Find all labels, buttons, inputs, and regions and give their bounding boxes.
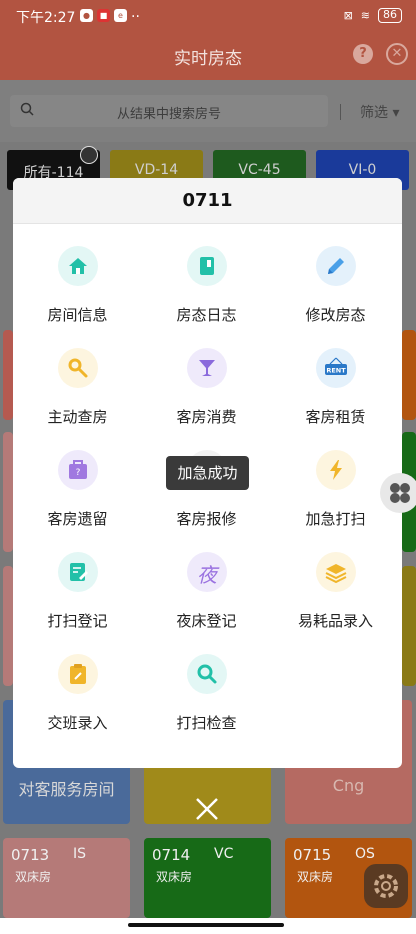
room-card[interactable]: [402, 566, 416, 686]
action-shift-handover[interactable]: 交班录入: [13, 632, 142, 732]
room-type: 双床房: [156, 870, 193, 884]
close-button[interactable]: ✕: [386, 43, 408, 65]
search-input[interactable]: 从结果中搜索房号: [10, 95, 328, 127]
category-label: VI-0: [348, 162, 377, 178]
close-icon[interactable]: [193, 795, 221, 823]
room-status: VC: [214, 846, 234, 862]
grid-dots-icon: [390, 483, 410, 503]
room-card[interactable]: [3, 330, 13, 420]
action-label: 易耗品录入: [297, 612, 373, 630]
home-icon: [58, 246, 98, 286]
room-card[interactable]: [402, 330, 416, 420]
rent-sign-icon: RENT: [316, 348, 356, 388]
toast-message: 加急成功: [166, 456, 249, 490]
action-consumables-entry[interactable]: 易耗品录入: [271, 530, 400, 630]
stack-icon: [316, 552, 356, 592]
action-label: 修改房态: [305, 306, 366, 324]
lost-bag-icon: ?: [58, 450, 98, 490]
action-label: 夜床登记: [176, 612, 237, 630]
action-edit-status[interactable]: 修改房态: [271, 224, 400, 324]
action-inspect-room[interactable]: 主动查房: [13, 326, 142, 426]
divider: [340, 104, 341, 120]
cocktail-icon: [187, 348, 227, 388]
room-card-0713[interactable]: 0713 IS 双床房: [3, 838, 130, 918]
action-label: 房间信息: [47, 306, 108, 324]
room-status: OS: [355, 846, 375, 862]
room-number: 0713: [11, 846, 50, 864]
action-room-info[interactable]: 房间信息: [13, 224, 142, 324]
check-icon: [80, 146, 98, 164]
app-notification-icon: ■: [97, 9, 110, 22]
system-nav-bar: [0, 918, 416, 934]
action-room-rental[interactable]: RENT 客房租赁: [271, 326, 400, 426]
room-card-label: Cng: [332, 776, 365, 795]
search-placeholder: 从结果中搜索房号: [116, 107, 221, 122]
app-notification-icon: ●: [80, 9, 93, 22]
magnifier-key-icon: [58, 348, 98, 388]
room-card-0714[interactable]: 0714 VC 双床房: [144, 838, 271, 918]
notification-icons: ● ■ e ··: [80, 9, 140, 25]
pencil-icon: [316, 246, 356, 286]
log-book-icon: [187, 246, 227, 286]
rent-text: RENT: [326, 367, 346, 375]
home-indicator[interactable]: [128, 923, 284, 927]
category-label: VD-14: [134, 162, 179, 178]
night-glyph: 夜: [197, 563, 217, 587]
app-notification-icon: e: [114, 9, 127, 22]
room-type: 双床房: [15, 870, 52, 884]
action-label: 客房租赁: [305, 408, 366, 426]
lightning-icon: [316, 450, 356, 490]
filter-button[interactable]: 筛选 ▾: [360, 102, 399, 122]
room-card[interactable]: [3, 432, 13, 552]
night-icon: 夜: [187, 552, 227, 592]
status-bar: 下午2:27 ● ■ e ·· ⊠ ≋ 86: [0, 0, 416, 32]
help-button[interactable]: ?: [353, 44, 373, 64]
action-label: 打扫检查: [176, 714, 237, 732]
action-clean-inspection[interactable]: 打扫检查: [142, 632, 271, 732]
action-room-consumption[interactable]: 客房消费: [142, 326, 271, 426]
category-label: VC-45: [238, 162, 281, 178]
action-night-bed-register[interactable]: 夜 夜床登记: [142, 530, 271, 630]
clipboard-icon: [58, 654, 98, 694]
action-label: 客房消费: [176, 408, 237, 426]
room-card[interactable]: [3, 566, 13, 686]
room-number: 0714: [152, 846, 191, 864]
action-clean-register[interactable]: 打扫登记: [13, 530, 142, 630]
room-card-label: 对客服务房间: [18, 780, 115, 799]
action-label: 打扫登记: [47, 612, 108, 630]
wifi-icon: ≋: [360, 9, 370, 22]
floating-menu-button[interactable]: [380, 473, 416, 513]
search-bar: 从结果中搜索房号 筛选 ▾: [0, 80, 416, 142]
more-notifications-icon: ··: [131, 9, 140, 25]
action-label: 客房报修: [176, 510, 237, 528]
action-room-log[interactable]: 房态日志: [142, 224, 271, 324]
settings-button[interactable]: [364, 864, 408, 908]
search-check-icon: [187, 654, 227, 694]
gear-icon: [374, 874, 398, 898]
clean-register-icon: [58, 552, 98, 592]
action-label: 房态日志: [176, 306, 237, 324]
app-header: 实时房态 ? ✕: [0, 32, 416, 80]
room-status: IS: [73, 846, 87, 862]
status-time: 下午2:27: [16, 10, 76, 26]
dialog-title: 0711: [13, 178, 402, 224]
battery-icon: 86: [378, 8, 402, 23]
room-type: 双床房: [297, 870, 334, 884]
action-label: 交班录入: [47, 714, 108, 732]
action-label: 主动查房: [47, 408, 108, 426]
svg-text:?: ?: [76, 468, 81, 478]
sim-icon: ⊠: [343, 9, 353, 22]
room-number: 0715: [293, 846, 332, 864]
action-label: 客房遗留: [47, 510, 108, 528]
action-lost-items[interactable]: ? 客房遗留: [13, 428, 142, 528]
